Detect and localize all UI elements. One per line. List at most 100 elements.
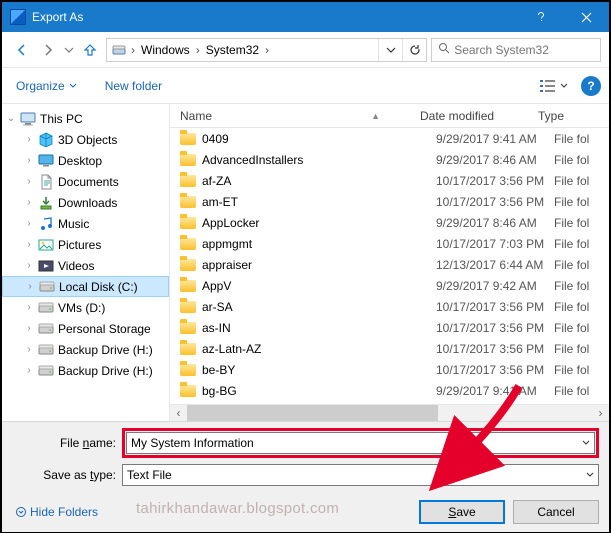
- tree-item[interactable]: ›Backup Drive (H:): [2, 339, 169, 360]
- tree-item[interactable]: ›Videos: [2, 255, 169, 276]
- folder-icon: [180, 301, 196, 313]
- tree-item-label: Music: [58, 217, 89, 231]
- file-name: appmgmt: [202, 237, 436, 251]
- file-row[interactable]: bg-BG9/29/2017 9:41 AMFile fol: [170, 380, 609, 401]
- file-row[interactable]: be-BY10/17/2017 3:56 PMFile fol: [170, 359, 609, 380]
- expand-icon[interactable]: ›: [24, 155, 34, 166]
- drive-icon: [38, 300, 54, 316]
- file-row[interactable]: AppLocker9/29/2017 8:46 AMFile fol: [170, 212, 609, 233]
- breadcrumb-seg-windows[interactable]: Windows: [137, 39, 194, 61]
- tree-item[interactable]: ›Backup Drive (H:): [2, 360, 169, 381]
- view-list-icon: [540, 79, 556, 93]
- tree-item[interactable]: ›Desktop: [2, 150, 169, 171]
- breadcrumb-seg-system32[interactable]: System32: [202, 39, 263, 61]
- nav-back-button[interactable]: [10, 38, 34, 62]
- dropdown-icon[interactable]: [576, 433, 594, 453]
- nav-forward-button[interactable]: [36, 38, 60, 62]
- organize-button[interactable]: Organize: [10, 75, 83, 97]
- scroll-left-button[interactable]: ‹: [170, 406, 187, 420]
- file-name: ar-SA: [202, 300, 436, 314]
- tree-item[interactable]: ›3D Objects: [2, 129, 169, 150]
- tree-item[interactable]: ›Documents: [2, 171, 169, 192]
- tree-item-label: Local Disk (C:): [59, 280, 138, 294]
- file-row[interactable]: 04099/29/2017 9:41 AMFile fol: [170, 128, 609, 149]
- file-date: 10/17/2017 3:56 PM: [436, 321, 554, 335]
- column-type[interactable]: Type: [538, 104, 609, 127]
- address-dropdown-button[interactable]: [378, 39, 402, 61]
- hide-folders-button[interactable]: Hide Folders: [12, 503, 102, 521]
- help-icon[interactable]: ?: [581, 76, 601, 96]
- expand-icon[interactable]: ›: [24, 365, 34, 376]
- collapse-icon[interactable]: ⌄: [6, 113, 16, 124]
- view-options-button[interactable]: [535, 76, 573, 96]
- filename-label: File name:: [12, 436, 122, 450]
- close-button[interactable]: [564, 2, 609, 32]
- column-headers[interactable]: Name ▲ Date modified Type: [170, 104, 609, 128]
- address-bar[interactable]: › Windows › System32 ›: [106, 38, 427, 62]
- chevron-right-icon[interactable]: ›: [129, 39, 137, 61]
- expand-icon[interactable]: ›: [24, 323, 34, 334]
- file-name: appraiser: [202, 258, 436, 272]
- search-icon: [436, 42, 452, 57]
- savetype-combo[interactable]: Text File: [122, 464, 599, 486]
- dropdown-icon[interactable]: [580, 465, 598, 485]
- file-row[interactable]: appmgmt10/17/2017 7:03 PMFile fol: [170, 233, 609, 254]
- documents-icon: [38, 174, 54, 190]
- file-type: File fol: [554, 258, 609, 272]
- file-row[interactable]: AppV9/29/2017 9:42 AMFile fol: [170, 275, 609, 296]
- file-name: as-IN: [202, 321, 436, 335]
- nav-row: › Windows › System32 ›: [2, 32, 609, 68]
- tree-item[interactable]: › Music: [2, 213, 169, 234]
- tree-item[interactable]: ›Downloads: [2, 192, 169, 213]
- file-row[interactable]: am-ET10/17/2017 3:56 PMFile fol: [170, 191, 609, 212]
- expand-icon[interactable]: ›: [24, 197, 34, 208]
- chevron-right-icon[interactable]: ›: [263, 39, 271, 61]
- chevron-right-icon[interactable]: ›: [194, 39, 202, 61]
- filename-value[interactable]: My System Information: [131, 436, 254, 450]
- column-date[interactable]: Date modified: [420, 104, 538, 127]
- file-row[interactable]: ar-SA10/17/2017 3:56 PMFile fol: [170, 296, 609, 317]
- file-row[interactable]: AdvancedInstallers9/29/2017 8:46 AMFile …: [170, 149, 609, 170]
- search-input[interactable]: [452, 42, 600, 58]
- cancel-button[interactable]: Cancel: [513, 500, 599, 524]
- file-row[interactable]: appraiser12/13/2017 6:44 AMFile fol: [170, 254, 609, 275]
- folder-icon: [180, 364, 196, 376]
- help-button[interactable]: [519, 2, 564, 32]
- search-box[interactable]: [431, 38, 601, 62]
- file-list[interactable]: 04099/29/2017 9:41 AMFile folAdvancedIns…: [170, 128, 609, 404]
- expand-icon[interactable]: ›: [24, 134, 34, 145]
- expand-icon[interactable]: ›: [24, 239, 34, 250]
- navigation-tree[interactable]: ⌄ This PC ›3D Objects›Desktop›Documents›…: [2, 104, 170, 421]
- pictures-icon: [38, 237, 54, 253]
- expand-icon[interactable]: ›: [24, 302, 34, 313]
- file-row[interactable]: af-ZA10/17/2017 3:56 PMFile fol: [170, 170, 609, 191]
- drive-icon: [38, 321, 54, 337]
- scroll-right-button[interactable]: ›: [592, 406, 609, 420]
- file-date: 9/29/2017 8:46 AM: [436, 153, 554, 167]
- filename-combo[interactable]: My System Information: [126, 432, 595, 454]
- nav-up-button[interactable]: [78, 38, 102, 62]
- tree-this-pc[interactable]: ⌄ This PC: [2, 108, 169, 129]
- scroll-track[interactable]: [187, 405, 592, 421]
- expand-icon[interactable]: ›: [25, 281, 35, 292]
- tree-item[interactable]: ›VMs (D:): [2, 297, 169, 318]
- tree-item[interactable]: ›Personal Storage: [2, 318, 169, 339]
- nav-recent-button[interactable]: [62, 38, 76, 62]
- horizontal-scrollbar[interactable]: ‹ ›: [170, 404, 609, 421]
- folder-icon: [180, 322, 196, 334]
- expand-icon[interactable]: ›: [24, 260, 34, 271]
- new-folder-button[interactable]: New folder: [99, 75, 168, 97]
- tree-item[interactable]: › Local Disk (C:): [2, 276, 169, 297]
- save-button[interactable]: Save: [419, 500, 505, 524]
- file-row[interactable]: as-IN10/17/2017 3:56 PMFile fol: [170, 317, 609, 338]
- refresh-button[interactable]: [402, 39, 426, 61]
- expand-icon[interactable]: ›: [24, 176, 34, 187]
- tree-item[interactable]: ›Pictures: [2, 234, 169, 255]
- file-type: File fol: [554, 216, 609, 230]
- scroll-thumb[interactable]: [187, 405, 438, 421]
- save-panel: File name: My System Information Save as…: [2, 421, 609, 532]
- file-row[interactable]: az-Latn-AZ10/17/2017 3:56 PMFile fol: [170, 338, 609, 359]
- column-name[interactable]: Name ▲: [170, 104, 420, 127]
- expand-icon[interactable]: ›: [24, 218, 34, 229]
- expand-icon[interactable]: ›: [24, 344, 34, 355]
